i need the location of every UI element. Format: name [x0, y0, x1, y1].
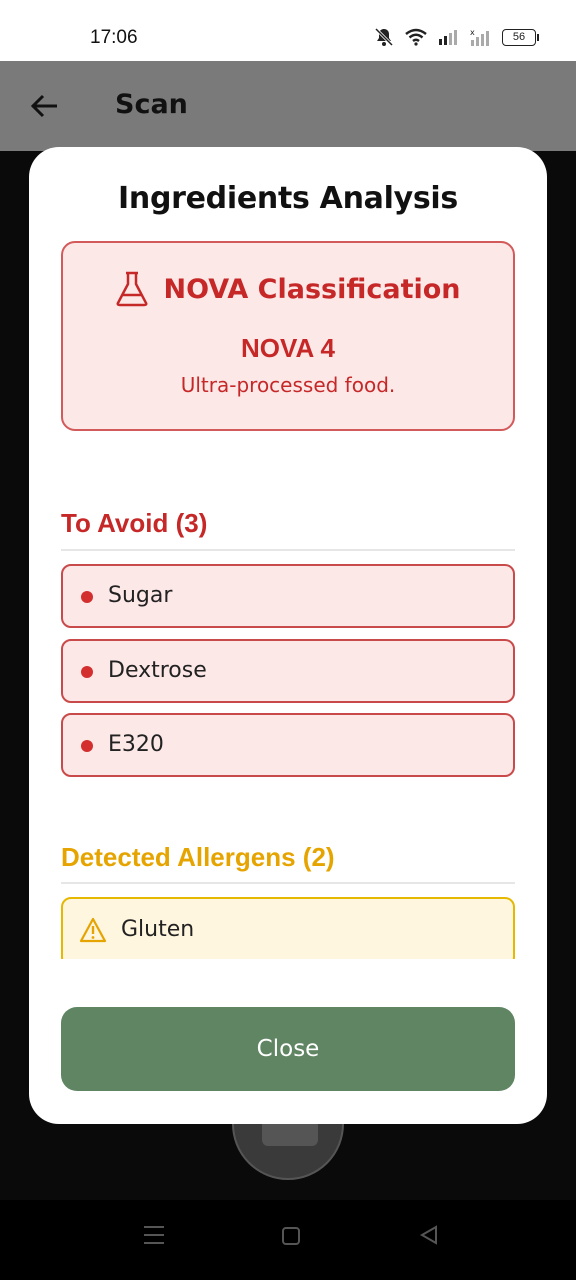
back-arrow-icon[interactable]: [30, 91, 60, 121]
signal-icon: [439, 30, 457, 45]
wifi-icon: [405, 28, 427, 46]
status-bar: 17:06 x 56: [0, 0, 576, 61]
to-avoid-title: To Avoid (3): [61, 508, 208, 538]
nova-classification-card: NOVA Classification NOVA 4 Ultra-process…: [61, 241, 515, 431]
nav-home-icon[interactable]: [282, 1227, 300, 1245]
nova-heading-label: NOVA Classification: [163, 273, 461, 305]
avoid-item-label: Sugar: [108, 583, 173, 608]
status-icons: x 56: [374, 27, 539, 47]
avoid-item: Sugar: [61, 564, 515, 628]
avoid-item-label: Dextrose: [108, 658, 207, 683]
bullet-dot-icon: [81, 666, 93, 678]
allergens-title: Detected Allergens (2): [61, 842, 335, 872]
signal-no-sim-icon: x: [470, 28, 489, 46]
avoid-item-label: E320: [108, 732, 164, 757]
allergen-item-label: Gluten: [121, 917, 195, 942]
nova-description: Ultra-processed food.: [180, 373, 396, 397]
allergen-list[interactable]: Gluten: [59, 897, 519, 959]
nova-heading: NOVA Classification: [63, 271, 513, 307]
avoid-item: Dextrose: [61, 639, 515, 703]
flask-icon: [116, 271, 148, 307]
bullet-dot-icon: [81, 740, 93, 752]
allergen-item: Gluten: [61, 897, 515, 959]
allergens-divider: [61, 882, 515, 884]
nav-back-icon[interactable]: [418, 1224, 440, 1246]
ingredients-analysis-dialog: Ingredients Analysis NOVA Classification…: [29, 147, 547, 1124]
app-bar: Scan: [0, 61, 576, 151]
app-title: Scan: [115, 89, 188, 120]
nav-menu-icon[interactable]: [144, 1226, 164, 1250]
to-avoid-divider: [61, 549, 515, 551]
system-nav-bar: [0, 1200, 576, 1280]
close-button[interactable]: Close: [61, 1007, 515, 1091]
avoid-item: E320: [61, 713, 515, 777]
svg-text:x: x: [470, 28, 475, 37]
status-time: 17:06: [90, 27, 138, 48]
battery-indicator: 56: [502, 28, 539, 46]
bell-muted-icon: [374, 27, 394, 47]
nova-value: NOVA 4: [241, 333, 335, 363]
dialog-title: Ingredients Analysis: [118, 181, 458, 216]
bullet-dot-icon: [81, 591, 93, 603]
warning-icon: [79, 917, 107, 943]
